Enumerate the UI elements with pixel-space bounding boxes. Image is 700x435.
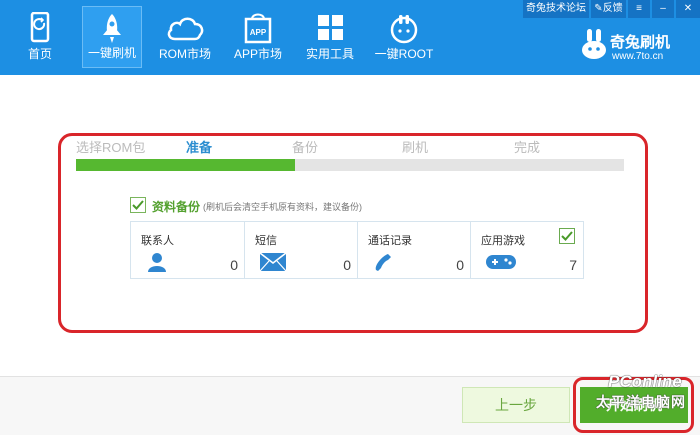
nav-item-root[interactable]: 一键ROOT — [372, 6, 436, 68]
app-badge-text: APP — [250, 28, 267, 37]
backup-item-label: 短信 — [255, 235, 277, 247]
watermark-en: PConline — [608, 372, 682, 391]
nav-item-tools[interactable]: 实用工具 — [300, 6, 360, 68]
brand-logo: 奇兔刷机 www.7to.cn — [580, 28, 692, 68]
check-icon — [561, 231, 573, 241]
feedback-button[interactable]: ✎反馈 — [591, 0, 626, 18]
step-backup: 备份 — [292, 140, 319, 155]
phone-icon — [30, 12, 50, 43]
nav-item-home[interactable]: 首页 — [12, 6, 68, 68]
step-done: 完成 — [514, 140, 541, 155]
backup-note: (刷机后会清空手机原有资料，建议备份) — [203, 202, 362, 212]
nav-label-flash: 一键刷机 — [87, 46, 136, 60]
prev-button[interactable]: 上一步 — [462, 387, 570, 423]
app-bag-icon: APP — [244, 13, 272, 44]
forum-link[interactable]: 奇兔技术论坛 — [523, 0, 589, 18]
sms-envelope-icon — [259, 252, 287, 272]
backup-item-label: 联系人 — [141, 235, 174, 247]
close-icon: ✕ — [683, 3, 693, 14]
nav-label-home: 首页 — [27, 47, 52, 61]
backup-item-calls[interactable]: 通话记录 0 — [358, 222, 471, 278]
apps-checkbox[interactable] — [559, 228, 575, 244]
nav-item-flash[interactable]: 一键刷机 — [82, 6, 142, 68]
brand-name: 奇兔刷机 — [610, 34, 671, 51]
backup-item-sms[interactable]: 短信 0 — [245, 222, 358, 278]
backup-items: 联系人 0 短信 0 通话记录 0 应用游戏 7 — [130, 221, 584, 279]
backup-title: 资料备份 — [152, 200, 201, 214]
step-prepare: 准备 — [186, 140, 213, 155]
gamepad-icon — [486, 255, 516, 269]
menu-icon: ≡ — [636, 3, 642, 14]
feedback-icon: ✎ — [594, 3, 603, 14]
nav-item-rom-market[interactable]: ROM市场 — [154, 6, 216, 68]
close-button[interactable]: ✕ — [676, 0, 700, 18]
feedback-label: 反馈 — [602, 3, 623, 14]
rabbit-logo-icon — [582, 29, 606, 59]
contact-icon — [148, 253, 166, 272]
step-select-rom: 选择ROM包 — [76, 140, 146, 155]
cloud-icon — [167, 17, 204, 41]
backup-item-apps[interactable]: 应用游戏 7 — [471, 222, 583, 278]
backup-item-label: 应用游戏 — [481, 235, 525, 247]
minimize-icon: – — [660, 3, 666, 14]
backup-item-count: 0 — [456, 257, 464, 273]
rocket-icon — [103, 14, 121, 43]
nav-item-app-market[interactable]: APP APP市场 — [228, 6, 288, 68]
watermark: PConline 太平洋电脑网 — [594, 372, 700, 416]
menu-button[interactable]: ≡ — [628, 0, 650, 18]
check-icon — [132, 200, 144, 210]
top-bar: 首页 一键刷机 ROM市场 APP APP市场 实用工具 一键ROOT 奇兔技术… — [0, 0, 700, 75]
backup-item-count: 0 — [343, 257, 351, 273]
nav-label-tools: 实用工具 — [305, 47, 354, 61]
minimize-button[interactable]: – — [652, 0, 674, 18]
progress-fill — [76, 159, 296, 171]
backup-item-label: 通话记录 — [368, 235, 412, 247]
backup-item-contacts[interactable]: 联系人 0 — [131, 222, 245, 278]
brand-url: www.7to.cn — [612, 51, 664, 62]
backup-item-count: 0 — [230, 257, 238, 273]
watermark-cn: 太平洋电脑网 — [596, 394, 686, 410]
tools-grid-icon — [318, 15, 343, 40]
nav-label-app-market: APP市场 — [233, 47, 282, 61]
phone-call-icon — [375, 254, 391, 271]
backup-checkbox[interactable] — [130, 197, 146, 213]
step-flash: 刷机 — [402, 140, 429, 155]
progress-bar — [76, 159, 624, 171]
nav-label-root: 一键ROOT — [374, 47, 434, 61]
nav-label-rom-market: ROM市场 — [159, 47, 211, 61]
backup-item-count: 7 — [569, 257, 577, 273]
root-rabbit-icon — [390, 15, 418, 44]
